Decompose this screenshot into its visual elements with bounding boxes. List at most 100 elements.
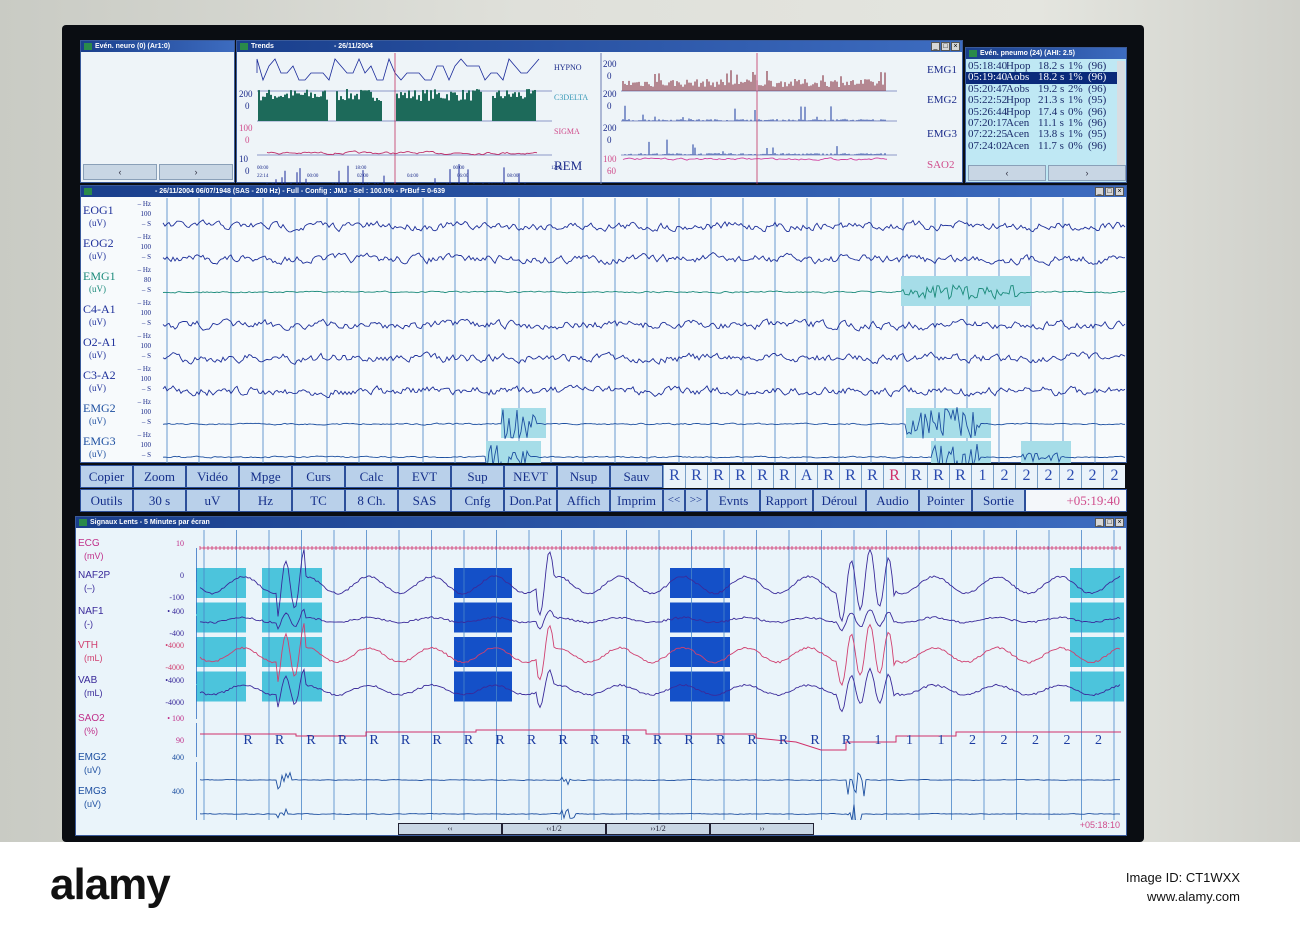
toolbar-button-30-s[interactable]: 30 s [133,489,186,512]
toolbar-button-sauv[interactable]: Sauv [610,465,663,488]
apnea-event-block[interactable] [670,637,730,667]
apnea-event-block[interactable] [196,568,246,598]
toolbar-button-copier[interactable]: Copier [80,465,133,488]
toolbar-button-vidéo[interactable]: Vidéo [186,465,239,488]
pneumo-event-row[interactable]: 07:24:02Acen 11.7 s 0% (96) [966,140,1118,152]
apnea-event-block[interactable] [196,602,246,633]
channel-hz[interactable]: – Hz [125,233,151,241]
apnea-event-block[interactable] [196,671,246,702]
toolbar-button-sortie[interactable]: Sortie [972,489,1025,512]
channel-s[interactable]: – S [125,352,151,360]
pneumo-next-button[interactable]: › [1048,165,1126,181]
channel-gain[interactable]: 100 [125,408,152,416]
channel-gain[interactable]: 80 [125,276,151,284]
channel-gain[interactable]: 100 [125,342,152,350]
toolbar-button-nevt[interactable]: NEVT [504,465,557,488]
toolbar-button-nsup[interactable]: Nsup [557,465,610,488]
channel-hz[interactable]: – Hz [125,365,151,373]
toolbar-button-calc[interactable]: Calc [345,465,398,488]
maximize-button[interactable]: □ [1105,187,1114,196]
stage-label[interactable]: 1 [971,465,993,488]
stage-label[interactable]: R [685,465,707,488]
channel-hz[interactable]: – Hz [125,299,151,307]
toolbar-button-evt[interactable]: EVT [398,465,451,488]
neuro-next-button[interactable]: › [159,164,233,180]
pneumo-event-row[interactable]: 05:22:52Hpop 21.3 s 1% (95) [966,95,1118,106]
minimize-button[interactable]: _ [1095,518,1104,527]
stage-label[interactable]: R [883,465,905,488]
slow-nav-button[interactable]: ›› [710,823,814,835]
apnea-event-block[interactable] [262,568,322,598]
toolbar-button-curs[interactable]: Curs [292,465,345,488]
apnea-event-block[interactable] [262,602,322,633]
channel-s[interactable]: – S [125,418,151,426]
toolbar-button-zoom[interactable]: Zoom [133,465,186,488]
stage-label[interactable]: R [751,465,773,488]
slow-nav-button[interactable]: ‹‹ [398,823,502,835]
toolbar-button-uv[interactable]: uV [186,489,239,512]
toolbar-button-don-pat[interactable]: Don.Pat [504,489,557,512]
channel-gain[interactable]: 100 [125,375,152,383]
toolbar-button-outils[interactable]: Outils [80,489,133,512]
apnea-event-block[interactable] [670,671,730,702]
channel-s[interactable]: – S [125,220,151,228]
channel-hz[interactable]: – Hz [125,398,151,406]
slow-traces[interactable]: RRRRRRRRRRRRRRRRRRRR1112222222 [196,530,1126,820]
toolbar-button-mpge[interactable]: Mpge [239,465,292,488]
stage-label[interactable]: A [795,465,817,488]
event-highlight[interactable] [901,276,1031,306]
stage-label[interactable]: R [927,465,949,488]
pneumo-event-list[interactable]: 05:18:40Hpop 18.2 s 1% (96) 05:19:40Aobs 18.2… [966,61,1118,152]
toolbar-button-d-roul[interactable]: Déroul [813,489,866,512]
stage-label[interactable]: R [729,465,751,488]
close-button[interactable]: × [1115,187,1124,196]
channel-s[interactable]: – S [125,319,151,327]
toolbar-button-rapport[interactable]: Rapport [760,489,813,512]
channel-gain[interactable]: 100 [125,210,152,218]
channel-s[interactable]: – S [125,385,151,393]
minimize-button[interactable]: _ [1095,187,1104,196]
apnea-event-block[interactable] [196,637,246,667]
stage-label[interactable]: R [861,465,883,488]
close-button[interactable]: × [951,42,960,51]
apnea-event-block[interactable] [1070,637,1124,667]
event-highlight[interactable] [1021,441,1071,463]
stage-label[interactable]: 2 [993,465,1015,488]
toolbar-button-cnfg[interactable]: Cnfg [451,489,504,512]
stage-label[interactable]: R [773,465,795,488]
pneumo-scrollbar[interactable] [1117,61,1125,166]
apnea-event-block[interactable] [454,602,512,633]
stage-label[interactable]: 2 [1059,465,1081,488]
apnea-event-block[interactable] [1070,671,1124,702]
close-button[interactable]: × [1115,518,1124,527]
channel-gain[interactable]: 100 [125,441,152,449]
maximize-button[interactable]: □ [1105,518,1114,527]
apnea-event-block[interactable] [670,568,730,598]
channel-gain[interactable]: 100 [125,309,152,317]
channel-s[interactable]: – S [125,451,151,459]
minimize-button[interactable]: _ [931,42,940,51]
apnea-event-block[interactable] [1070,568,1124,598]
stage-label[interactable]: 2 [1037,465,1059,488]
pneumo-prev-button[interactable]: ‹ [968,165,1046,181]
apnea-event-block[interactable] [454,568,512,598]
stage-label[interactable]: R [839,465,861,488]
toolbar-button-sas[interactable]: SAS [398,489,451,512]
channel-s[interactable]: – S [125,286,151,294]
toolbar-button--[interactable]: >> [685,489,707,512]
stage-label[interactable]: 2 [1081,465,1103,488]
stage-label[interactable]: R [663,465,685,488]
maximize-button[interactable]: □ [941,42,950,51]
apnea-event-block[interactable] [670,602,730,633]
channel-hz[interactable]: – Hz [125,200,151,208]
toolbar-button-sup[interactable]: Sup [451,465,504,488]
toolbar-button-8-ch-[interactable]: 8 Ch. [345,489,398,512]
channel-hz[interactable]: – Hz [125,266,151,274]
channel-hz[interactable]: – Hz [125,332,151,340]
toolbar-button--[interactable]: << [663,489,685,512]
toolbar-button-hz[interactable]: Hz [239,489,292,512]
stage-label[interactable]: R [905,465,927,488]
toolbar-button-evnts[interactable]: Evnts [707,489,760,512]
apnea-event-block[interactable] [1070,602,1124,633]
channel-hz[interactable]: – Hz [125,431,151,439]
